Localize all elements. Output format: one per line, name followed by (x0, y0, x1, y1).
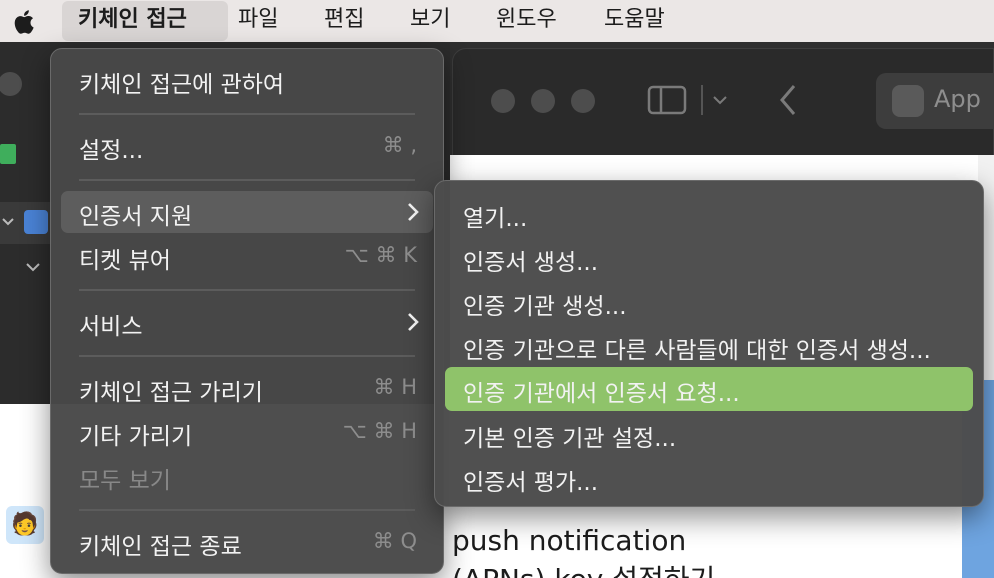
submenu-item-create-cert-for-others[interactable]: 인증 기관으로 다른 사람들에 대한 인증서 생성... (445, 325, 973, 367)
submenu-item-label: 인증 기관으로 다른 사람들에 대한 인증서 생성... (463, 338, 931, 364)
menu-item-ticket-viewer[interactable]: 티켓 뷰어 ⌥ ⌘ K (61, 235, 433, 277)
menu-item-label: 키체인 접근 가리기 (79, 380, 263, 406)
menu-item-services[interactable]: 서비스 (61, 301, 433, 343)
menu-item-hide-others[interactable]: 기타 가리기 ⌥ ⌘ H (61, 411, 433, 453)
menu-item-show-all: 모두 보기 (61, 455, 433, 497)
menu-separator (79, 509, 415, 511)
menu-item-label: 모두 보기 (79, 468, 171, 494)
back-chevron-icon[interactable] (777, 83, 799, 117)
selected-sidebar-row[interactable] (0, 202, 52, 244)
sidebar-toggle-icon[interactable] (647, 85, 687, 115)
menu-item-label: 인증서 지원 (79, 204, 193, 230)
chevron-right-icon (408, 203, 419, 221)
menu-separator (79, 113, 415, 115)
chevron-right-icon (408, 313, 419, 331)
menu-item-certificate-assistant[interactable]: 인증서 지원 (61, 191, 433, 233)
menu-item-about[interactable]: 키체인 접근에 관하여 (61, 59, 433, 101)
menubar-help[interactable]: 도움말 (604, 0, 665, 42)
avatar: 🧑 (6, 506, 44, 544)
chevron-down-icon (2, 218, 14, 226)
submenu-item-label: 열기... (463, 206, 528, 232)
submenu-item-evaluate-certificate[interactable]: 인증서 평가... (445, 457, 973, 499)
shortcut-label: ⌥ ⌘ K (344, 243, 417, 267)
menu-item-hide-keychain-access[interactable]: 키체인 접근 가리기 ⌘ H (61, 367, 433, 409)
app-tab-label: App (934, 85, 981, 113)
minimize-traffic-light[interactable] (531, 89, 555, 113)
divider (701, 85, 703, 115)
menubar-window[interactable]: 윈도우 (496, 0, 557, 42)
folder-icon (0, 144, 16, 164)
apple-icon[interactable] (10, 7, 40, 37)
menu-item-label: 설정... (79, 138, 144, 164)
content-text-line: push notification (452, 524, 687, 557)
menu-item-label: 기타 가리기 (79, 424, 193, 450)
menu-item-label: 티켓 뷰어 (79, 248, 171, 274)
menubar-file[interactable]: 파일 (238, 0, 278, 42)
content-text-line: (APNs) key 설정하기 (452, 558, 715, 578)
submenu-item-create-ca[interactable]: 인증 기관 생성... (445, 281, 973, 323)
submenu-item-label: 기본 인증 기관 설정... (463, 426, 677, 452)
submenu-item-label: 인증서 생성... (463, 250, 599, 276)
menu-item-settings[interactable]: 설정... ⌘ , (61, 125, 433, 167)
submenu-item-label: 인증 기관 생성... (463, 294, 627, 320)
keychain-access-menu: 키체인 접근에 관하여 설정... ⌘ , 인증서 지원 티켓 뷰어 ⌥ ⌘ K… (50, 48, 444, 574)
menu-bar: 키체인 접근 파일 편집 보기 윈도우 도움말 (0, 0, 994, 42)
shortcut-label: ⌘ , (382, 133, 417, 157)
submenu-item-create-certificate[interactable]: 인증서 생성... (445, 237, 973, 279)
submenu-item-request-from-ca[interactable]: 인증 기관에서 인증서 요청... (445, 367, 973, 411)
zoom-traffic-light[interactable] (571, 89, 595, 113)
shortcut-label: ⌘ H (373, 375, 417, 399)
menubar-keychain-access[interactable]: 키체인 접근 (62, 1, 228, 41)
menu-separator (79, 355, 415, 357)
traffic-light (0, 72, 22, 96)
chevron-down-icon[interactable] (711, 93, 729, 107)
submenu-item-open[interactable]: 열기... (445, 193, 973, 235)
submenu-item-label: 인증서 평가... (463, 470, 599, 496)
app-tab[interactable]: App (876, 73, 994, 129)
chevron-down-icon[interactable] (24, 260, 42, 274)
submenu-item-label: 인증 기관에서 인증서 요청... (463, 381, 740, 407)
close-traffic-light[interactable] (491, 89, 515, 113)
submenu-item-set-default-ca[interactable]: 기본 인증 기관 설정... (445, 413, 973, 455)
shortcut-label: ⌥ ⌘ H (342, 419, 417, 443)
menubar-view[interactable]: 보기 (410, 0, 450, 42)
app-store-icon (24, 210, 48, 234)
menu-item-label: 서비스 (79, 314, 143, 340)
menubar-edit[interactable]: 편집 (324, 0, 364, 42)
menu-separator (79, 179, 415, 181)
menu-item-label: 키체인 접근 종료 (79, 534, 242, 560)
menu-item-quit[interactable]: 키체인 접근 종료 ⌘ Q (61, 521, 433, 563)
certificate-assistant-submenu: 열기... 인증서 생성... 인증 기관 생성... 인증 기관으로 다른 사… (434, 180, 984, 507)
menu-separator (79, 289, 415, 291)
apple-icon (892, 85, 924, 117)
menu-item-label: 키체인 접근에 관하여 (79, 72, 285, 98)
shortcut-label: ⌘ Q (372, 529, 417, 553)
